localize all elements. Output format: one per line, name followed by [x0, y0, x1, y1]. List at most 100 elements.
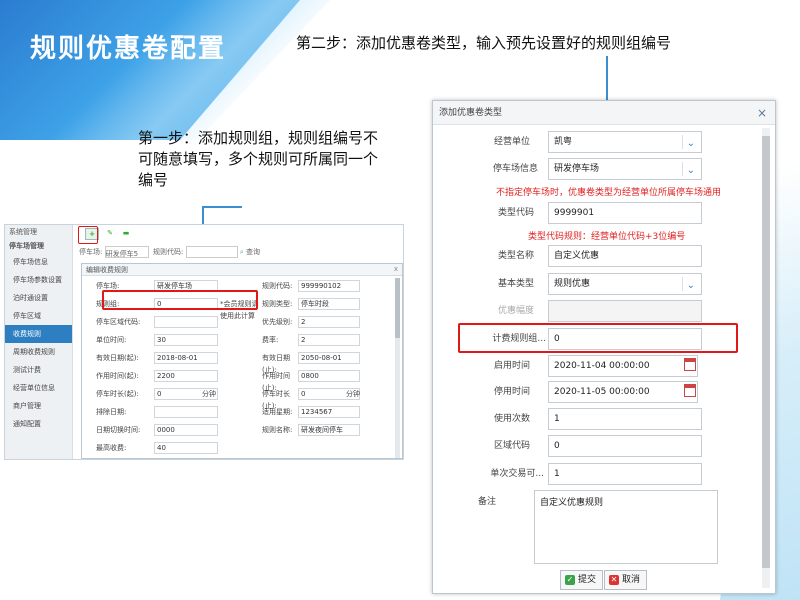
- left-scrollbar[interactable]: [395, 278, 400, 458]
- rule-field-label: 停车区域代码:: [96, 318, 141, 326]
- lot-select[interactable]: 研发停车场 ⌄: [548, 158, 702, 180]
- close-icon[interactable]: x: [394, 265, 398, 273]
- rule-field-value[interactable]: 2200: [154, 370, 218, 382]
- type-code-input[interactable]: 9999901: [548, 202, 702, 224]
- edit-rule-dialog-title: 编辑收费规则: [82, 264, 402, 276]
- sidebar-item[interactable]: 停车场信息: [5, 253, 72, 271]
- chevron-down-icon: ⌄: [686, 280, 695, 291]
- sidebar-top[interactable]: 系统管理: [5, 225, 72, 239]
- type-code-label: 类型代码: [497, 208, 534, 218]
- rule-field-label: 适用星期:: [262, 408, 293, 416]
- remark-label: 备注: [477, 497, 496, 507]
- lot-filter-select[interactable]: 研发停车5: [104, 246, 149, 258]
- sidebar-item[interactable]: 周期收费规则: [5, 343, 72, 361]
- code-filter-input[interactable]: [185, 246, 238, 258]
- add-coupon-type-title: 添加优惠卷类型: [433, 101, 775, 125]
- single-tx-label: 单次交易可...: [490, 469, 544, 479]
- left-filter-bar: 停车场: 研发停车5 规则代码: ⌕ 查询: [79, 245, 399, 259]
- search-icon[interactable]: ⌕: [240, 248, 244, 256]
- rule-field-unit: 分钟: [346, 390, 360, 398]
- rule-field-value[interactable]: 研发夜间停车: [298, 424, 360, 436]
- connector-step1-v: [202, 206, 204, 224]
- sidebar-item[interactable]: 经营单位信息: [5, 379, 72, 397]
- chevron-down-icon: ⌄: [686, 138, 695, 149]
- lot-label: 停车场信息: [492, 164, 538, 174]
- rule-field-value[interactable]: 0000: [154, 424, 218, 436]
- sidebar-item-active[interactable]: 收费规则: [5, 325, 72, 343]
- left-sidebar: 系统管理 停车场管理 停车场信息 停车场参数设置 泊时通设置 停车区域 收费规则…: [5, 225, 73, 459]
- edit-icon[interactable]: ✎: [103, 228, 117, 240]
- highlight-rule-group-right: [458, 323, 738, 353]
- type-name-label: 类型名称: [497, 251, 534, 261]
- rule-field-label: 有效日期(止):: [262, 354, 290, 374]
- rule-field-label: 优先级别:: [262, 318, 293, 326]
- sidebar-group[interactable]: 停车场管理: [5, 239, 72, 253]
- type-name-input[interactable]: 自定义优惠: [548, 245, 702, 267]
- type-code-note: 类型代码规则：经营单位代码+3位编号: [528, 232, 686, 242]
- rule-field-label: 作用时间(止):: [262, 372, 290, 392]
- rule-field-value[interactable]: 40: [154, 442, 218, 454]
- rule-field-label: 日期切换时间:: [96, 426, 141, 434]
- sidebar-item[interactable]: 测试计费: [5, 361, 72, 379]
- close-icon[interactable]: ×: [757, 106, 767, 120]
- step2-caption: 第二步：添加优惠卷类型，输入预先设置好的规则组编号: [296, 34, 672, 52]
- submit-button[interactable]: ✓ 提交: [560, 570, 604, 590]
- single-tx-input[interactable]: 1: [548, 463, 702, 485]
- cancel-button[interactable]: ✕ 取消: [604, 570, 648, 590]
- base-type-label: 基本类型: [497, 279, 534, 289]
- stop-time-input[interactable]: 2020-11-05 00:00:00: [548, 381, 698, 403]
- start-time-label: 启用时间: [493, 361, 530, 371]
- sidebar-item[interactable]: 泊时通设置: [5, 289, 72, 307]
- rule-field-value[interactable]: [154, 406, 218, 418]
- discount-label: 优惠幅度: [497, 306, 534, 316]
- rule-field-value[interactable]: 2018-08-01: [154, 352, 218, 364]
- highlight-add-button: [78, 226, 98, 244]
- rule-field-value[interactable]: 1234567: [298, 406, 360, 418]
- remark-textarea[interactable]: 自定义优惠规则: [534, 490, 718, 564]
- rule-field-label: 规则代码:: [262, 282, 293, 290]
- rule-field-value[interactable]: [154, 316, 218, 328]
- delete-icon[interactable]: ▬: [119, 228, 133, 240]
- connector-step2-h2: [606, 74, 608, 100]
- rule-field-label: 规则名称:: [262, 426, 293, 434]
- code-filter-label: 规则代码:: [153, 248, 184, 256]
- lot-note: 不指定停车场时，优惠卷类型为经营单位所属停车场通用: [496, 188, 722, 198]
- sidebar-item[interactable]: 通知配置: [5, 415, 72, 433]
- stop-time-label: 停用时间: [493, 387, 530, 397]
- base-type-select[interactable]: 规则优惠 ⌄: [548, 273, 702, 295]
- check-icon: ✓: [565, 574, 575, 585]
- connector-step2: [606, 56, 608, 74]
- rule-field-value[interactable]: 2050-08-01: [298, 352, 360, 364]
- rule-field-value[interactable]: 2: [298, 316, 360, 328]
- cancel-icon: ✕: [609, 574, 619, 585]
- rule-field-label: 停车时长(起):: [96, 390, 139, 398]
- use-count-input[interactable]: 1: [548, 408, 702, 430]
- rule-field-label: 有效日期(起):: [96, 354, 139, 362]
- rule-field-value[interactable]: 停车时段: [298, 298, 360, 310]
- sidebar-item[interactable]: 商户管理: [5, 397, 72, 415]
- rule-field-label: 规则类型:: [262, 300, 293, 308]
- calendar-icon[interactable]: [684, 358, 696, 371]
- region-code-input[interactable]: 0: [548, 435, 702, 457]
- rule-field-label: 作用时间(起):: [96, 372, 139, 380]
- calendar-icon[interactable]: [684, 384, 696, 397]
- search-link[interactable]: 查询: [246, 248, 260, 256]
- operator-select[interactable]: 凯粤 ⌄: [548, 131, 702, 153]
- rule-field-value[interactable]: 0800: [298, 370, 360, 382]
- rule-field-value[interactable]: 30: [154, 334, 218, 346]
- discount-input[interactable]: [548, 300, 702, 322]
- left-screenshot: 系统管理 停车场管理 停车场信息 停车场参数设置 泊时通设置 停车区域 收费规则…: [4, 224, 404, 460]
- rule-field-value[interactable]: 2: [298, 334, 360, 346]
- rule-field-label: 单位时间:: [96, 336, 127, 344]
- rule-field-unit: 分钟: [202, 390, 216, 398]
- connector-step1-h: [202, 206, 242, 208]
- sidebar-item[interactable]: 停车场参数设置: [5, 271, 72, 289]
- highlight-rule-group-left: [102, 290, 258, 310]
- rule-field-value[interactable]: 999990102: [298, 280, 360, 292]
- region-code-label: 区域代码: [493, 441, 530, 451]
- start-time-input[interactable]: 2020-11-04 00:00:00: [548, 355, 698, 377]
- right-scrollbar[interactable]: [762, 128, 770, 588]
- rule-field-label: 排除日期:: [96, 408, 127, 416]
- rule-field-label: 最高收费:: [96, 444, 127, 452]
- sidebar-item[interactable]: 停车区域: [5, 307, 72, 325]
